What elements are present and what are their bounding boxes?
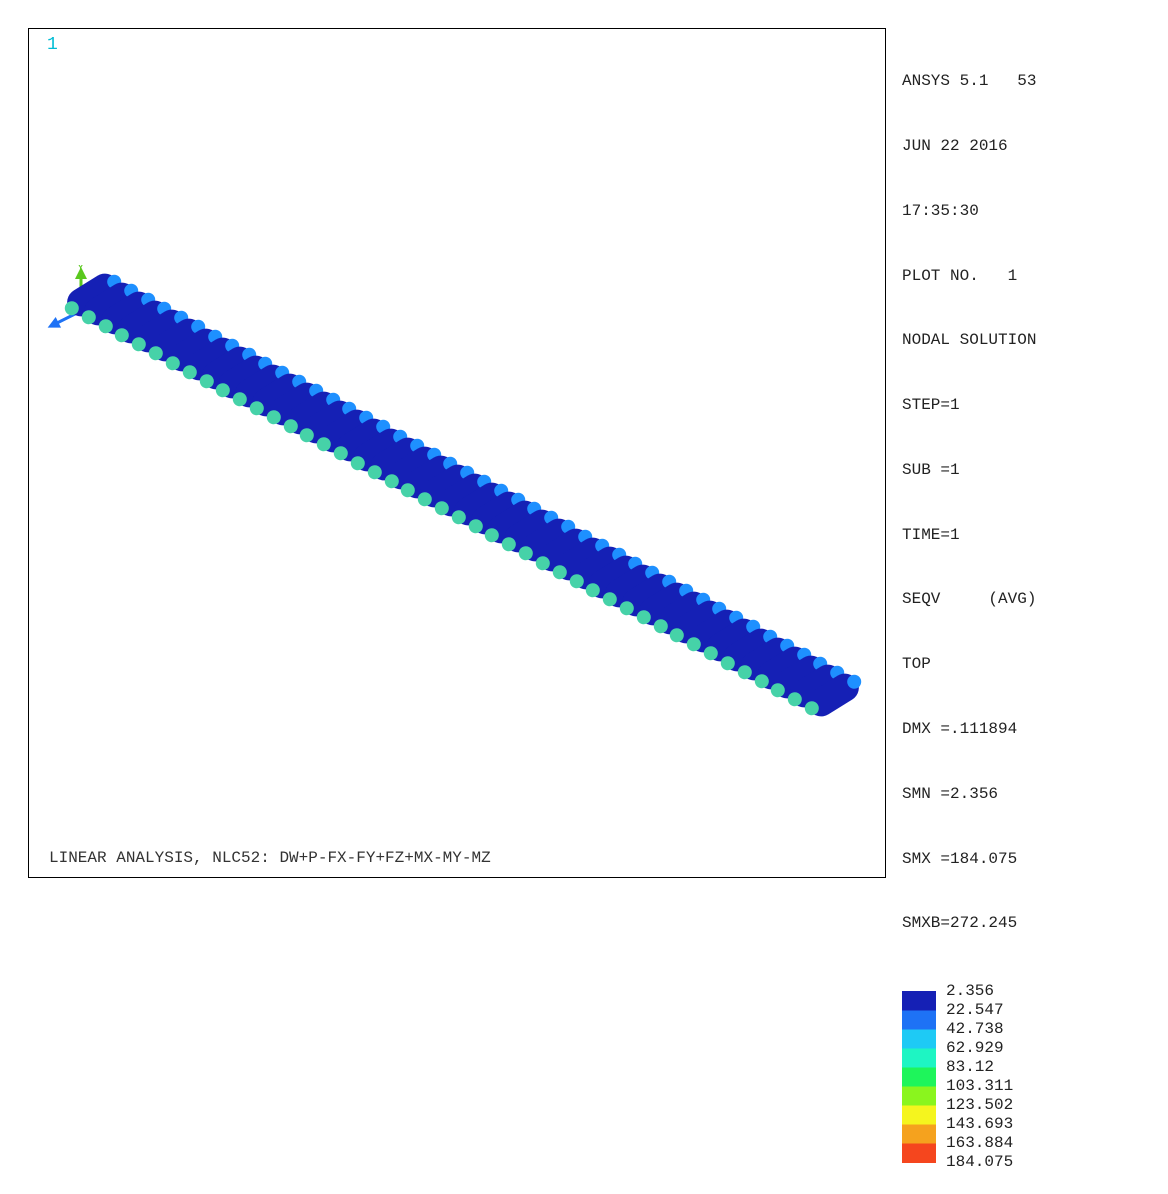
legend-row: 103.311 xyxy=(902,1077,1162,1096)
legend-row: 83.12 xyxy=(902,1058,1162,1077)
legend-row: 22.547 xyxy=(902,1001,1162,1020)
mesh-element xyxy=(600,559,662,612)
mesh-element xyxy=(314,405,376,458)
software-version: ANSYS 5.1 53 xyxy=(902,71,1162,93)
mesh-element xyxy=(432,468,494,521)
mesh-element xyxy=(735,632,797,685)
axis-y-label: Y xyxy=(77,265,84,275)
solution-type: NODAL SOLUTION xyxy=(902,330,1162,352)
mesh-element xyxy=(499,505,561,558)
legend-swatch xyxy=(902,1039,936,1058)
mesh-element xyxy=(516,514,578,567)
mesh-element xyxy=(617,568,679,621)
legend-row: 184.075 xyxy=(902,1153,1162,1172)
time: 17:35:30 xyxy=(902,201,1162,223)
legend-swatch xyxy=(902,1115,936,1134)
step: STEP=1 xyxy=(902,395,1162,417)
legend-value: 184.075 xyxy=(946,1152,1013,1174)
legend-swatch xyxy=(902,1153,936,1163)
sub: SUB =1 xyxy=(902,460,1162,482)
legend-row: 42.738 xyxy=(902,1020,1162,1039)
mesh-element xyxy=(751,641,813,694)
mesh-element xyxy=(381,441,443,494)
legend-swatch xyxy=(902,1058,936,1077)
legend-swatch xyxy=(902,1001,936,1020)
legend-swatch xyxy=(902,1096,936,1115)
legend-row: 123.502 xyxy=(902,1096,1162,1115)
mesh-element xyxy=(718,623,780,676)
mesh-element xyxy=(297,396,359,449)
mesh-element xyxy=(449,477,511,530)
window-number: 1 xyxy=(47,35,58,55)
mesh-element xyxy=(280,386,342,439)
mesh-element xyxy=(247,368,309,421)
legend-swatch xyxy=(902,991,936,1001)
mesh-element xyxy=(802,668,864,721)
mesh-render xyxy=(69,277,869,717)
mesh-element xyxy=(398,450,460,503)
mesh-element xyxy=(482,496,544,549)
smx: SMX =184.075 xyxy=(902,849,1162,871)
mesh-element xyxy=(465,486,527,539)
mesh-element xyxy=(112,296,174,349)
mesh-element xyxy=(213,350,275,403)
legend-swatch xyxy=(902,1134,936,1153)
mesh-element xyxy=(701,614,763,667)
mesh-element xyxy=(163,323,225,376)
mesh-element xyxy=(79,277,141,330)
top: TOP xyxy=(902,654,1162,676)
mesh-element xyxy=(550,532,612,585)
mesh-element xyxy=(264,377,326,430)
mesh-element xyxy=(146,314,208,367)
mesh-element xyxy=(129,305,191,358)
mesh-element xyxy=(785,659,847,712)
plot-caption: LINEAR ANALYSIS, NLC52: DW+P-FX-FY+FZ+MX… xyxy=(49,849,491,867)
legend-swatch xyxy=(902,1020,936,1039)
mesh-element xyxy=(95,286,157,339)
legend-row: 62.929 xyxy=(902,1039,1162,1058)
mesh-element xyxy=(583,550,645,603)
legend-swatch xyxy=(902,1077,936,1096)
mesh-element xyxy=(667,596,729,649)
smxb: SMXB=272.245 xyxy=(902,913,1162,935)
mesh-element xyxy=(196,341,258,394)
legend-row: 143.693 xyxy=(902,1115,1162,1134)
mesh-element xyxy=(365,432,427,485)
mesh-element xyxy=(415,459,477,512)
mesh-element xyxy=(533,523,595,576)
seqv: SEQV (AVG) xyxy=(902,589,1162,611)
time-key: TIME=1 xyxy=(902,525,1162,547)
mesh-element xyxy=(684,605,746,658)
mesh-element xyxy=(566,541,628,594)
dmx: DMX =.111894 xyxy=(902,719,1162,741)
mesh-element xyxy=(62,268,124,321)
plot-no: PLOT NO. 1 xyxy=(902,266,1162,288)
mesh-element xyxy=(768,650,830,703)
mesh-element xyxy=(348,423,410,476)
legend-row: 163.884 xyxy=(902,1134,1162,1153)
date: JUN 22 2016 xyxy=(902,136,1162,158)
mesh-element xyxy=(331,414,393,467)
mesh-element xyxy=(650,586,712,639)
plot-frame: 1 Y X LINEAR ANALYSIS, NLC52: DW+P-FX-FY… xyxy=(28,28,886,878)
mesh-element xyxy=(634,577,696,630)
info-panel: ANSYS 5.1 53 JUN 22 2016 17:35:30 PLOT N… xyxy=(902,28,1162,1194)
legend-row: 2.356 xyxy=(902,982,1162,1001)
mesh-element xyxy=(180,332,242,385)
color-legend: 2.35622.54742.73862.92983.12103.311123.5… xyxy=(902,982,1162,1172)
smn: SMN =2.356 xyxy=(902,784,1162,806)
mesh-element xyxy=(230,359,292,412)
